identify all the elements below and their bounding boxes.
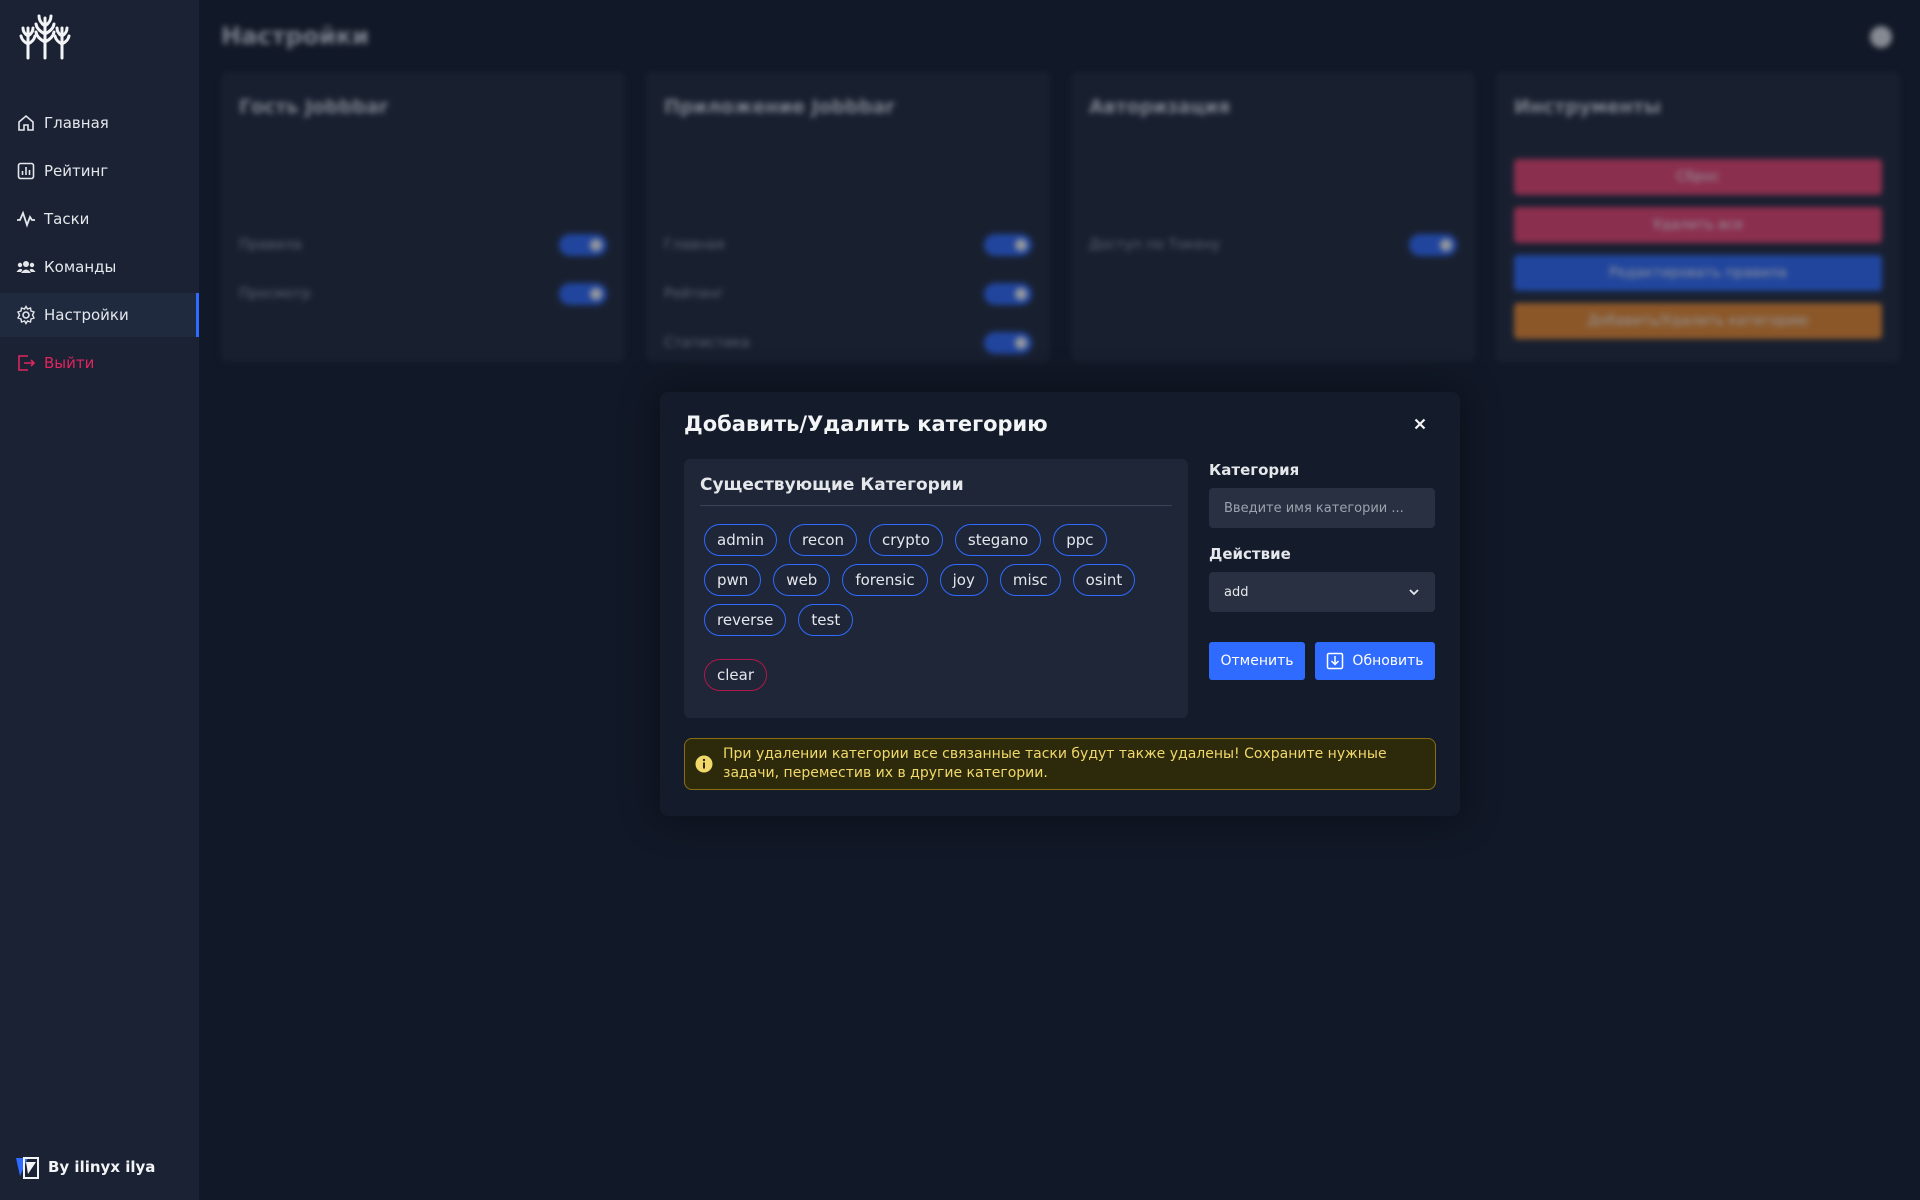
sidebar-item-settings[interactable]: Настройки xyxy=(0,293,199,337)
card-title: Авторизация xyxy=(1089,96,1231,118)
sidebar-item-tasks[interactable]: Таски xyxy=(0,197,199,241)
category-chip[interactable]: joy xyxy=(939,564,988,596)
category-chip[interactable]: osint xyxy=(1072,564,1136,596)
sidebar-item-label: Настройки xyxy=(44,306,129,324)
category-chip-list: admin recon crypto stegano ppc pwn web f… xyxy=(700,524,1144,691)
activity-icon xyxy=(17,210,35,228)
category-chip[interactable]: stegano xyxy=(954,524,1042,556)
category-modal: Добавить/Удалить категорию Существующие … xyxy=(660,392,1460,816)
gear-icon xyxy=(17,305,35,325)
manage-categories-button[interactable]: Добавить/Удалить категорию xyxy=(1514,303,1882,339)
download-icon xyxy=(1327,652,1344,670)
setting-label: Правила xyxy=(239,237,302,253)
app-card: Приложение Jobbbar Главная Рейтинг Стати… xyxy=(646,72,1050,362)
category-chip[interactable]: recon xyxy=(789,524,857,556)
card-title: Инструменты xyxy=(1514,96,1662,118)
modal-title: Добавить/Удалить категорию xyxy=(684,412,1048,436)
action-label: Действие xyxy=(1209,545,1291,563)
sidebar-item-label: Главная xyxy=(44,114,109,132)
sidebar-item-rating[interactable]: Рейтинг xyxy=(0,149,199,193)
update-label: Обновить xyxy=(1352,653,1424,669)
sidebar-item-label: Выйти xyxy=(44,354,95,372)
category-chip[interactable]: ppc xyxy=(1053,524,1107,556)
theme-toggle-icon[interactable] xyxy=(1870,26,1892,48)
setting-row: Статистика xyxy=(664,330,1032,356)
category-chip[interactable]: reverse xyxy=(704,604,787,636)
auth-card: Авторизация Доступ по Токену xyxy=(1071,72,1475,362)
toggle-switch[interactable] xyxy=(1409,234,1457,256)
users-icon xyxy=(16,261,36,273)
edit-rules-button[interactable]: Редактировать правила xyxy=(1514,255,1882,291)
info-icon xyxy=(695,755,713,773)
action-select-value: add xyxy=(1224,584,1249,600)
category-chip[interactable]: forensic xyxy=(842,564,928,596)
chevron-down-icon xyxy=(1409,589,1419,596)
close-button[interactable] xyxy=(1408,412,1432,436)
setting-row: Правила xyxy=(239,232,607,258)
sidebar-item-home[interactable]: Главная xyxy=(0,101,199,145)
sidebar-item-label: Рейтинг xyxy=(44,162,109,180)
toggle-switch[interactable] xyxy=(984,283,1032,305)
brand-icon xyxy=(16,1157,39,1179)
category-name-input[interactable] xyxy=(1209,488,1435,528)
action-select[interactable]: add xyxy=(1209,572,1435,612)
page-title: Настройки xyxy=(221,22,370,50)
reset-button[interactable]: Сброс xyxy=(1514,159,1882,195)
toggle-switch[interactable] xyxy=(559,234,607,256)
setting-row: Доступ по Токену xyxy=(1089,232,1457,258)
guest-card: Гость Jobbbar Правила Просмотр xyxy=(221,72,625,362)
sidebar-item-teams[interactable]: Команды xyxy=(0,245,199,289)
footer-credit: By ilinyx ilya xyxy=(14,1154,155,1180)
category-chip[interactable]: test xyxy=(798,604,854,636)
logout-icon xyxy=(18,355,36,371)
category-label: Категория xyxy=(1209,461,1300,479)
setting-row: Рейтинг xyxy=(664,281,1032,307)
toggle-switch[interactable] xyxy=(984,234,1032,256)
warning-text: При удалении категории все связанные тас… xyxy=(723,746,1387,781)
setting-label: Статистика xyxy=(664,335,750,351)
existing-categories-header: Существующие Категории xyxy=(700,475,1172,506)
cancel-label: Отменить xyxy=(1220,653,1294,669)
category-chip[interactable]: misc xyxy=(999,564,1061,596)
sidebar: Главная Рейтинг Таски Команды Настройки … xyxy=(0,0,199,1200)
footer-text: By ilinyx ilya xyxy=(48,1158,156,1176)
category-chip[interactable]: pwn xyxy=(704,564,762,596)
sidebar-nav: Главная Рейтинг Таски Команды Настройки … xyxy=(0,101,199,389)
cancel-button[interactable]: Отменить xyxy=(1209,642,1305,680)
toggle-switch[interactable] xyxy=(984,332,1032,354)
setting-label: Доступ по Токену xyxy=(1089,237,1221,253)
sidebar-item-label: Команды xyxy=(44,258,117,276)
sidebar-item-label: Таски xyxy=(44,210,90,228)
tools-card: Инструменты Сброс Удалить все Редактиров… xyxy=(1496,72,1900,362)
bar-chart-icon xyxy=(17,162,35,180)
category-chip[interactable]: web xyxy=(773,564,831,596)
setting-label: Просмотр xyxy=(239,286,311,302)
clear-chip[interactable]: clear xyxy=(704,659,768,691)
category-chip[interactable]: admin xyxy=(704,524,777,556)
sidebar-item-logout[interactable]: Выйти xyxy=(0,341,199,385)
setting-label: Главная xyxy=(664,237,725,253)
existing-categories-panel: Существующие Категории admin recon crypt… xyxy=(684,459,1188,718)
setting-row: Просмотр xyxy=(239,281,607,307)
delete-all-button[interactable]: Удалить все xyxy=(1514,207,1882,243)
setting-label: Рейтинг xyxy=(664,286,724,302)
card-title: Приложение Jobbbar xyxy=(664,96,895,118)
toggle-switch[interactable] xyxy=(559,283,607,305)
category-chip[interactable]: crypto xyxy=(869,524,943,556)
warning-alert: При удалении категории все связанные тас… xyxy=(684,738,1436,790)
home-icon xyxy=(18,114,34,131)
logo-icon xyxy=(19,14,71,60)
update-button[interactable]: Обновить xyxy=(1315,642,1435,680)
setting-row: Главная xyxy=(664,232,1032,258)
close-icon xyxy=(1414,418,1426,430)
card-title: Гость Jobbbar xyxy=(239,96,389,118)
